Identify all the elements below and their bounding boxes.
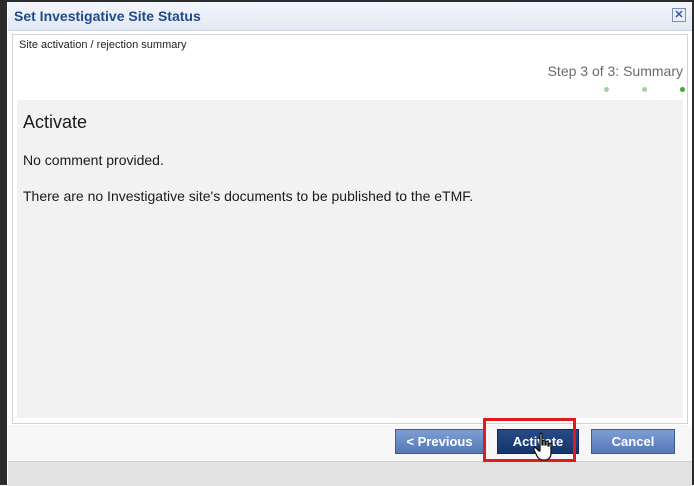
action-heading: Activate [23,112,88,132]
panel-subtitle: Site activation / rejection summary [19,39,187,51]
summary-panel: Site activation / rejection summary Step… [12,34,688,424]
dialog-footer: < Previous Activate Cancel [8,425,692,461]
activate-highlight-annotation [483,418,576,462]
hand-pointer-icon [533,432,552,461]
window-frame-left [0,0,7,485]
step-dot-3 [680,87,685,92]
close-icon[interactable]: ✕ [672,8,686,22]
dialog-bottom-strip [8,461,692,486]
cancel-button[interactable]: Cancel [591,429,675,454]
comment-text: No comment provided. [23,152,164,168]
documents-note: There are no Investigative site's docume… [23,188,474,204]
summary-content: Activate No comment provided. There are … [17,100,683,418]
step-dot-1 [604,87,609,92]
dialog-titlebar: Set Investigative Site Status ✕ [8,2,692,31]
dialog-title: Set Investigative Site Status [14,8,201,24]
previous-button[interactable]: < Previous [395,429,484,454]
set-site-status-dialog: Set Investigative Site Status ✕ Site act… [8,2,692,486]
step-dot-2 [642,87,647,92]
step-indicator-label: Step 3 of 3: Summary [547,63,683,79]
